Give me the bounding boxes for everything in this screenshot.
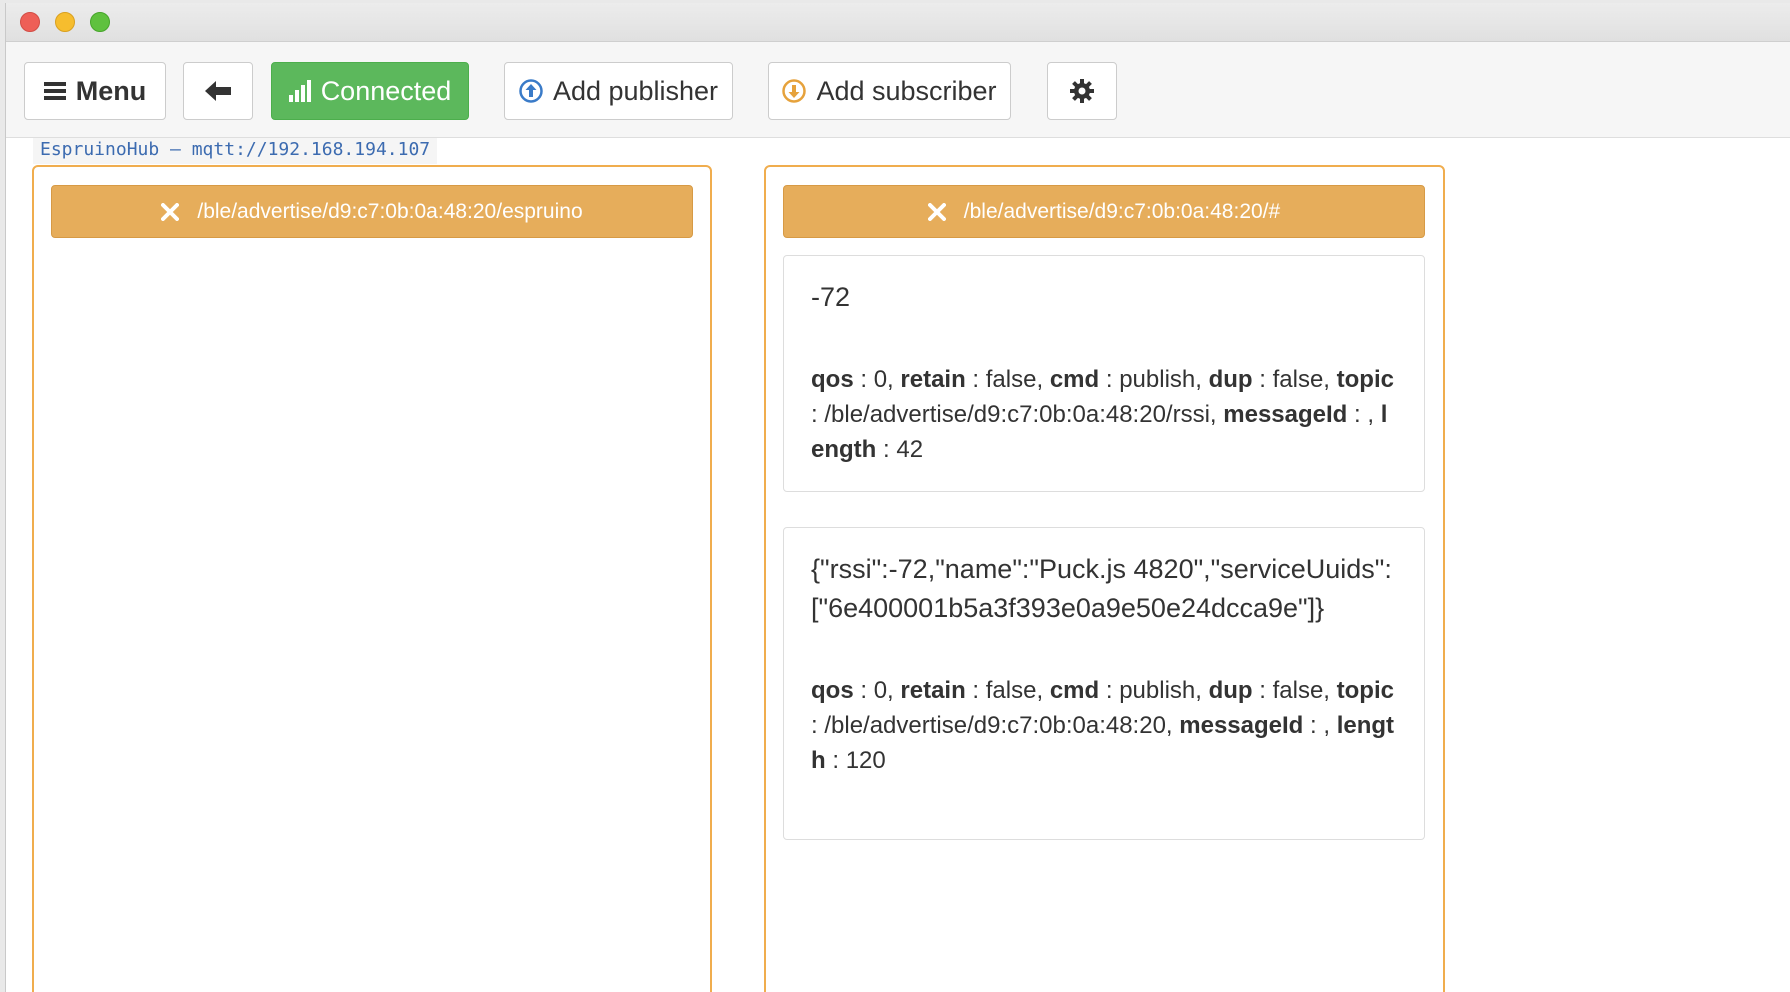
menu-label: Menu <box>75 75 147 106</box>
circle-arrow-down-icon <box>782 79 807 103</box>
close-icon[interactable] <box>161 202 180 221</box>
publisher-panel: /ble/advertise/d9:c7:0b:0a:48:20/espruin… <box>32 165 712 992</box>
message-payload: {"rssi":-72,"name":"Puck.js 4820","servi… <box>811 554 1392 623</box>
menu-button[interactable]: Menu <box>24 62 166 120</box>
subscriber-topic-bar[interactable]: /ble/advertise/d9:c7:0b:0a:48:20/# <box>783 185 1425 238</box>
message-metadata: qos : 0, retain : false, cmd : publish, … <box>811 366 1394 463</box>
publisher-topic: /ble/advertise/d9:c7:0b:0a:48:20/espruin… <box>197 199 583 223</box>
message-card: {"rssi":-72,"name":"Puck.js 4820","servi… <box>783 527 1425 840</box>
title-bar <box>6 3 1790 42</box>
add-subscriber-label: Add subscriber <box>816 75 997 106</box>
connection-status: EspruinoHub – mqtt://192.168.194.107 <box>33 138 438 164</box>
add-publisher-button[interactable]: Add publisher <box>504 62 733 120</box>
minimize-window-button[interactable] <box>55 12 75 32</box>
gear-icon <box>1070 79 1094 103</box>
connected-label: Connected <box>320 75 452 106</box>
back-button[interactable] <box>183 62 253 120</box>
connected-button[interactable]: Connected <box>271 62 469 120</box>
app-window: Menu Connected Add publisher Add subscri… <box>5 3 1790 992</box>
zoom-window-button[interactable] <box>90 12 110 32</box>
publisher-topic-bar[interactable]: /ble/advertise/d9:c7:0b:0a:48:20/espruin… <box>51 185 693 238</box>
arrow-left-icon <box>205 80 231 102</box>
message-payload: -72 <box>811 282 851 312</box>
toolbar: Menu Connected Add publisher Add subscri… <box>6 42 1790 138</box>
subscriber-topic: /ble/advertise/d9:c7:0b:0a:48:20/# <box>963 199 1281 223</box>
message-metadata: qos : 0, retain : false, cmd : publish, … <box>811 677 1395 774</box>
message-card: -72 qos : 0, retain : false, cmd : publi… <box>783 255 1425 492</box>
close-window-button[interactable] <box>20 12 40 32</box>
close-icon[interactable] <box>927 202 946 221</box>
circle-arrow-up-icon <box>519 79 543 103</box>
subscriber-panel: /ble/advertise/d9:c7:0b:0a:48:20/# -72 q… <box>764 165 1445 992</box>
add-publisher-label: Add publisher <box>552 75 719 106</box>
add-subscriber-button[interactable]: Add subscriber <box>768 62 1011 120</box>
settings-button[interactable] <box>1047 62 1117 120</box>
signal-bars-icon <box>288 80 311 102</box>
hamburger-icon <box>43 81 66 101</box>
